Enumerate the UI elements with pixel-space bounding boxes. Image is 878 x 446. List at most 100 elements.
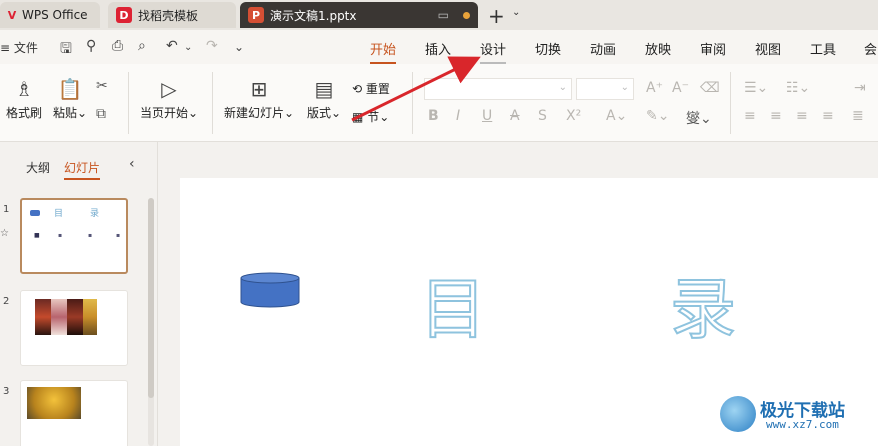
panel-scrollbar-thumb[interactable] — [148, 198, 154, 398]
thumb-photo — [27, 387, 81, 419]
menu-tab-transitions[interactable]: 切换 — [535, 39, 561, 58]
collapse-panel-icon[interactable]: ‹ — [129, 156, 135, 172]
thumb-photo — [67, 299, 83, 335]
format-painter-label: 格式刷 — [5, 106, 42, 120]
slide-number: 1 — [3, 204, 10, 215]
format-painter-button[interactable]: ♗ 格式刷 — [4, 76, 44, 121]
reset-button[interactable]: ⟲ 重置 — [352, 80, 402, 97]
title-tab-bar: V WPS Office D 找稻壳模板 P 演示文稿1.pptx ▭ + ⌄ — [0, 0, 878, 30]
cylinder-shape[interactable] — [240, 272, 300, 308]
thumb-small-text: ■ — [34, 232, 40, 239]
monitor-icon[interactable]: ▭ — [438, 8, 449, 22]
font-size-select[interactable]: ⌄ — [576, 78, 634, 100]
menu-tab-tools[interactable]: 工具 — [810, 39, 836, 58]
new-slide-button[interactable]: ⊞ 新建幻灯片⌄ — [222, 76, 296, 121]
play-current-button[interactable]: ▷ 当页开始⌄ — [138, 76, 200, 121]
undo-dropdown-icon[interactable]: ⌄ — [184, 42, 192, 53]
thumb-char: 录 — [90, 209, 100, 219]
decrease-font-icon[interactable]: A⁻ — [672, 80, 689, 96]
layout-button[interactable]: ▤ 版式⌄ — [304, 76, 344, 121]
highlight-icon[interactable]: ✎⌄ — [646, 108, 669, 124]
thumb-small-text: ▪ — [116, 232, 121, 239]
increase-font-icon[interactable]: A⁺ — [646, 80, 663, 96]
menu-tab-member[interactable]: 会 — [864, 39, 877, 58]
format-painter-icon: ♗ — [15, 77, 33, 101]
tab-wps-office[interactable]: V WPS Office — [0, 2, 100, 28]
section-button[interactable]: ▦ 节⌄ — [352, 108, 402, 125]
align-left-icon[interactable]: ≡ — [744, 108, 756, 124]
clear-format-icon[interactable]: ⌫ — [700, 80, 720, 96]
bold-icon[interactable]: B — [428, 108, 439, 124]
reset-label: 重置 — [365, 82, 390, 96]
font-family-select[interactable]: ⌄ — [424, 78, 572, 100]
tab-label: WPS Office — [22, 8, 88, 22]
reset-icon: ⟲ — [352, 82, 363, 96]
tab-slides[interactable]: 幻灯片 — [64, 159, 101, 180]
print-preview-icon[interactable]: ⌕ — [138, 38, 146, 54]
redo-icon[interactable]: ↷ — [206, 38, 218, 54]
bullet-list-icon[interactable]: ☰⌄ — [744, 80, 768, 96]
menu-tab-home[interactable]: 开始 — [370, 39, 397, 64]
thumb-cylinder — [30, 210, 40, 216]
star-icon: ☆ — [0, 228, 9, 239]
layout-icon: ▤ — [314, 77, 334, 101]
share-icon[interactable]: ⚲ — [86, 38, 96, 54]
print-icon[interactable]: ⎙ — [112, 38, 123, 54]
distribute-icon[interactable]: ≣ — [852, 108, 864, 124]
tab-outline[interactable]: 大纲 — [26, 159, 50, 176]
file-menu[interactable]: ≡ 文件 — [0, 39, 38, 56]
paste-icon: 📋 — [57, 77, 83, 101]
menu-tab-view[interactable]: 视图 — [755, 39, 781, 58]
undo-icon[interactable]: ↶ — [166, 38, 178, 54]
shadow-icon[interactable]: S — [538, 108, 547, 124]
align-center-icon[interactable]: ≡ — [770, 108, 782, 124]
thumb-photo — [35, 299, 51, 335]
save-icon[interactable]: 🖫 — [60, 38, 72, 62]
strikethrough-icon[interactable]: A — [510, 108, 520, 124]
chevron-down-icon: ⌄ — [558, 82, 567, 93]
phonetic-icon[interactable]: 燮⌄ — [686, 108, 712, 128]
slide-thumbnail-1[interactable]: 目 录 ■ ▪ ▪ ▪ — [20, 198, 128, 274]
watermark-url: www.xz7.com — [766, 418, 839, 431]
thumb-photo — [83, 299, 97, 335]
ribbon-toolbar: ♗ 格式刷 📋 粘贴⌄ ✂ ⧉ ▷ 当页开始⌄ ⊞ 新建幻灯片⌄ ▤ 版式⌄ ⟲… — [0, 64, 878, 142]
underline-icon[interactable]: U — [482, 108, 492, 124]
font-color-icon[interactable]: A⌄ — [606, 108, 627, 124]
more-chevron-icon[interactable]: ⌄ — [234, 40, 244, 54]
menu-tab-insert[interactable]: 插入 — [425, 39, 451, 58]
tab-label: 找稻壳模板 — [138, 8, 199, 23]
docer-icon: D — [116, 7, 132, 23]
align-right-icon[interactable]: ≡ — [796, 108, 808, 124]
slide-thumbnail-3[interactable] — [20, 380, 128, 446]
menu-tab-design[interactable]: 设计 — [480, 39, 507, 64]
cut-icon[interactable]: ✂ — [96, 78, 108, 94]
chevron-down-icon: ⌄ — [620, 82, 629, 93]
menu-tab-slideshow[interactable]: 放映 — [645, 39, 671, 58]
italic-icon[interactable]: I — [456, 108, 460, 124]
section-label: 节 — [367, 110, 380, 124]
copy-icon[interactable]: ⧉ — [96, 106, 106, 122]
indent-icon[interactable]: ⇥ — [854, 80, 866, 96]
tab-docer-templates[interactable]: D 找稻壳模板 — [108, 2, 236, 28]
tab-presentation-file[interactable]: P 演示文稿1.pptx ▭ — [240, 2, 478, 28]
watermark-logo-icon — [720, 396, 756, 432]
unsaved-dot-icon — [463, 11, 470, 19]
play-current-label: 当页开始⌄ — [139, 106, 199, 120]
menu-row: ≡ 文件 🖫 ⚲ ⎙ ⌕ ↶ ⌄ ↷ ⌄ 开始 插入 设计 切换 动画 放映 审… — [0, 30, 878, 64]
new-tab-plus-icon[interactable]: + — [488, 4, 505, 28]
superscript-icon[interactable]: X² — [566, 108, 581, 124]
menu-tab-animation[interactable]: 动画 — [590, 39, 616, 58]
numbered-list-icon[interactable]: ☷⌄ — [786, 80, 810, 96]
slide-title-char-2[interactable]: 录 — [669, 256, 737, 352]
menu-tab-review[interactable]: 审阅 — [700, 39, 726, 58]
justify-icon[interactable]: ≡ — [822, 108, 834, 124]
chevron-down-icon[interactable]: ⌄ — [512, 7, 520, 18]
new-slide-label: 新建幻灯片⌄ — [223, 106, 295, 120]
presentation-icon: P — [248, 7, 264, 23]
slide-title-char-1[interactable]: 目 — [419, 256, 487, 352]
paste-button[interactable]: 📋 粘贴⌄ — [50, 76, 90, 121]
play-circle-icon: ▷ — [161, 77, 177, 101]
thumb-photo — [51, 299, 67, 335]
slide-thumbnail-2[interactable] — [20, 290, 128, 366]
thumb-small-text: ▪ — [58, 232, 63, 239]
